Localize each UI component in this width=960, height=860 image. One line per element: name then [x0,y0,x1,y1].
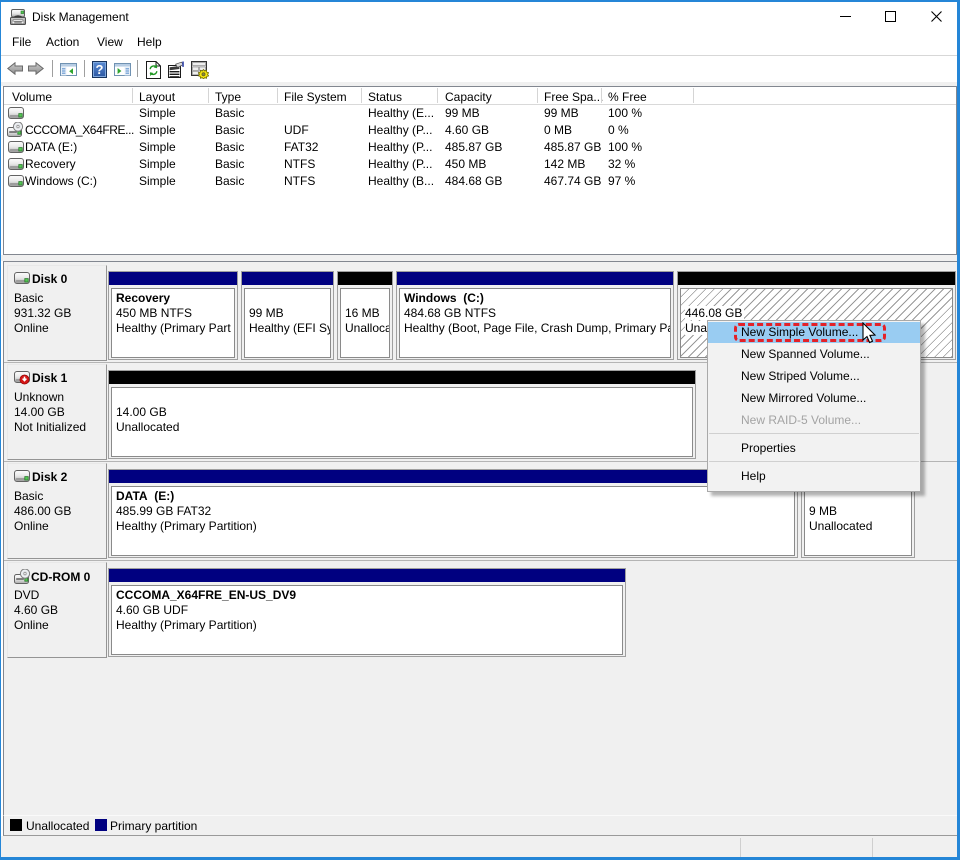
svg-text:?: ? [96,62,104,77]
